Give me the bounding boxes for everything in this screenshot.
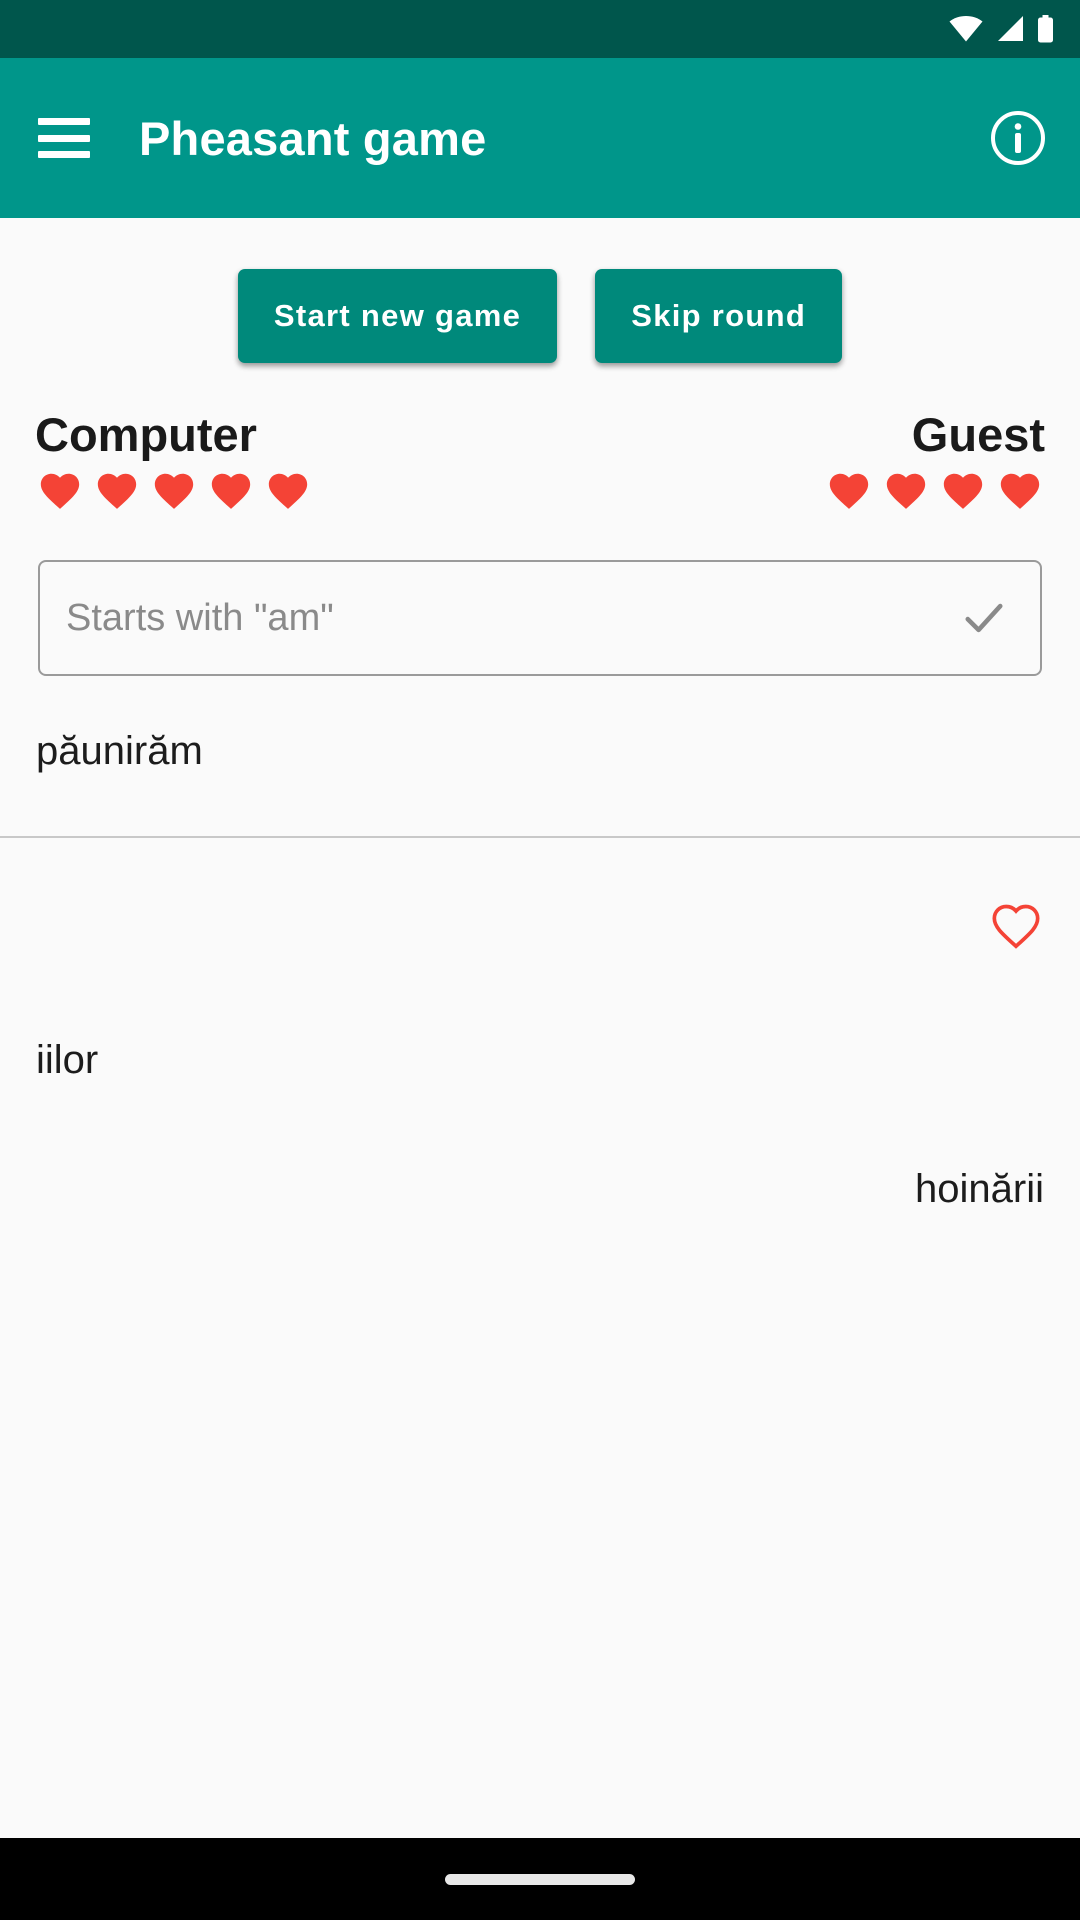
action-button-row: Start new game Skip round (0, 218, 1080, 363)
list-item: iilor (36, 1038, 99, 1083)
heart-filled-icon (149, 468, 199, 514)
heart-filled-icon (824, 468, 874, 514)
heart-filled-icon (92, 468, 142, 514)
cellular-signal-icon (996, 16, 1024, 42)
info-icon[interactable] (990, 110, 1046, 166)
hamburger-menu-icon[interactable] (38, 118, 90, 158)
players-row: Computer Guest (0, 363, 1080, 514)
player-guest: Guest (824, 410, 1045, 514)
heart-outline-icon (988, 900, 1044, 952)
system-navigation-bar (0, 1838, 1080, 1920)
history-list: iilor hoinării (0, 838, 1080, 1838)
word-input-container[interactable] (38, 560, 1042, 677)
status-bar-icons (949, 15, 1054, 43)
heart-filled-icon (35, 468, 85, 514)
page-title: Pheasant game (139, 111, 487, 165)
word-input[interactable] (66, 596, 944, 640)
heart-filled-icon (995, 468, 1045, 514)
start-new-game-button[interactable]: Start new game (237, 269, 558, 363)
current-word: păunirăm (36, 729, 203, 774)
heart-filled-icon (263, 468, 313, 514)
app-bar: Pheasant game (0, 58, 1080, 218)
player-computer-lives (35, 468, 313, 514)
wifi-icon (949, 16, 983, 42)
battery-icon (1037, 15, 1054, 43)
app-root: Pheasant game Start new game Skip round … (0, 0, 1080, 1920)
skip-round-button[interactable]: Skip round (595, 269, 843, 363)
heart-filled-icon (881, 468, 931, 514)
player-computer-name: Computer (35, 408, 257, 461)
main-content: Start new game Skip round Computer Guest (0, 218, 1080, 1838)
history-life-lost-row (0, 838, 1080, 952)
player-guest-lives (824, 468, 1045, 514)
check-icon[interactable] (958, 592, 1010, 644)
status-bar (0, 0, 1080, 58)
player-computer: Computer (35, 410, 313, 514)
home-gesture-pill[interactable] (445, 1873, 635, 1885)
player-guest-name: Guest (911, 408, 1045, 461)
heart-filled-icon (206, 468, 256, 514)
list-item: hoinării (915, 1167, 1044, 1212)
heart-filled-icon (938, 468, 988, 514)
